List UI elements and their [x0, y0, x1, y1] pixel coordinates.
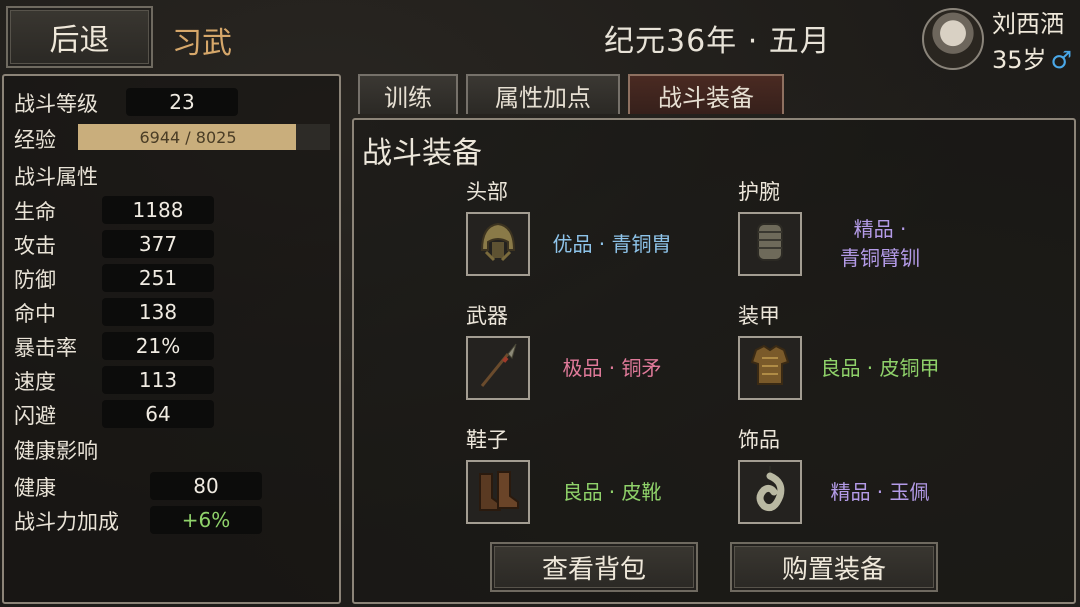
game-date: 纪元36年 · 五月	[604, 24, 831, 59]
item-name-line: 良品 · 皮铜甲	[820, 355, 940, 380]
slot-label: 护腕	[738, 180, 780, 204]
male-gender-icon: ♂	[1050, 46, 1073, 74]
item-name-line: 精品 ·	[853, 217, 907, 241]
exp-text: 6944 / 8025	[139, 127, 237, 147]
bronze-spear-icon	[472, 340, 524, 396]
health-header: 健康影响	[14, 439, 98, 463]
exp-bar: 6944 / 8025	[78, 124, 330, 150]
stat-value: 80	[150, 472, 262, 500]
slot-label: 武器	[466, 304, 508, 328]
item-name-line: 精品 · 玉佩	[830, 479, 930, 504]
stat-label: 生命	[14, 200, 56, 224]
bronze-bracer-icon	[744, 216, 796, 272]
buy-equipment-button[interactable]: 购置装备	[730, 542, 938, 592]
leather-bronze-armor-icon	[744, 340, 796, 396]
tab-combat-equipment[interactable]: 战斗装备	[628, 74, 784, 114]
stat-label: 战斗力加成	[14, 510, 119, 534]
item-name-line: 良品 · 皮靴	[562, 479, 662, 504]
section-title: 战斗装备	[362, 136, 482, 171]
stat-value: 251	[102, 264, 214, 292]
item-name[interactable]: 良品 · 皮铜甲	[800, 354, 960, 383]
item-name-line: 极品 · 铜矛	[562, 355, 662, 380]
stat-label: 攻击	[14, 234, 56, 258]
item-name[interactable]: 良品 · 皮靴	[532, 478, 692, 507]
stat-label: 速度	[14, 370, 56, 394]
item-name-line: 优品 · 青铜胄	[552, 231, 672, 256]
stat-label: 闪避	[14, 404, 56, 428]
slot-label: 头部	[466, 180, 508, 204]
back-button[interactable]: 后退	[6, 6, 153, 68]
equipment-slot[interactable]	[738, 212, 802, 276]
item-name[interactable]: 极品 · 铜矛	[532, 354, 692, 383]
equipment-slot[interactable]	[466, 460, 530, 524]
character-age: 35岁 ♂	[992, 40, 1072, 75]
slot-label: 饰品	[738, 428, 780, 452]
item-name[interactable]: 精品 · 玉佩	[800, 478, 960, 507]
stat-value: 113	[102, 366, 214, 394]
character-avatar[interactable]	[922, 8, 984, 70]
item-name[interactable]: 精品 · 青铜臂钏	[800, 215, 960, 273]
stat-label: 防御	[14, 268, 56, 292]
stat-label: 命中	[14, 302, 56, 326]
stat-label: 健康	[14, 476, 56, 500]
stat-value: 138	[102, 298, 214, 326]
page-title: 习武	[172, 26, 232, 61]
equipment-slot[interactable]	[738, 336, 802, 400]
tab-training[interactable]: 训练	[358, 74, 458, 114]
stat-value: 1188	[102, 196, 214, 224]
stat-label: 暴击率	[14, 336, 77, 360]
stat-value: 377	[102, 230, 214, 258]
stat-value: 64	[102, 400, 214, 428]
slot-label: 鞋子	[466, 428, 508, 452]
level-value: 23	[126, 88, 238, 116]
level-label: 战斗等级	[14, 92, 98, 116]
equipment-panel: 战斗装备 头部优品 · 青铜胄 护腕精品 · 青铜臂钏武器极品 · 铜矛 装甲良品 ·…	[352, 118, 1076, 604]
jade-pendant-icon	[744, 464, 796, 520]
stats-panel: 战斗等级 23 经验 6944 / 8025 战斗属性 生命 1188 攻击 377 防…	[2, 74, 341, 604]
item-name[interactable]: 优品 · 青铜胄	[532, 230, 692, 259]
character-name: 刘西洒	[992, 10, 1064, 38]
exp-label: 经验	[14, 128, 56, 152]
view-bag-button[interactable]: 查看背包	[490, 542, 698, 592]
equipment-slot[interactable]	[738, 460, 802, 524]
item-name-line: 青铜臂钏	[840, 246, 920, 270]
tab-attribute-points[interactable]: 属性加点	[466, 74, 620, 114]
age-text: 35岁	[992, 46, 1047, 74]
equipment-slot[interactable]	[466, 336, 530, 400]
stat-value: 21%	[102, 332, 214, 360]
leather-boots-icon	[472, 464, 524, 520]
bronze-helmet-icon	[472, 216, 524, 272]
combat-stats-header: 战斗属性	[14, 165, 98, 189]
equipment-slot[interactable]	[466, 212, 530, 276]
stat-value: +6%	[150, 506, 262, 534]
slot-label: 装甲	[738, 304, 780, 328]
